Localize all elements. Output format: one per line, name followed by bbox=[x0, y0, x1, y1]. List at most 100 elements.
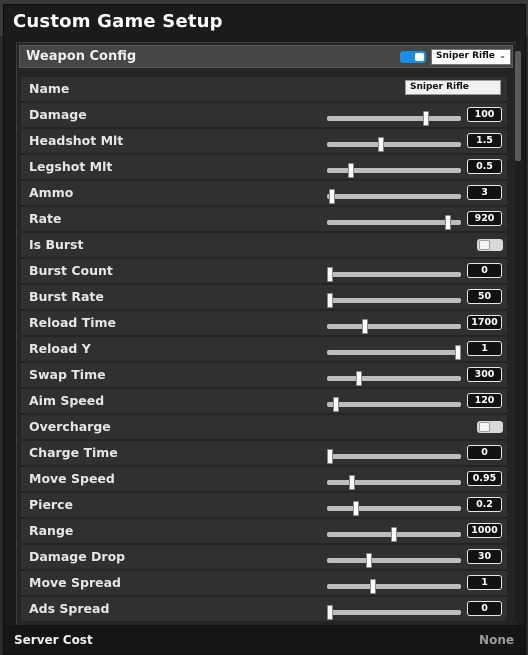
weapon-config-label: Weapon Config bbox=[26, 49, 137, 64]
move-spread-slider[interactable] bbox=[327, 579, 461, 594]
setting-label: Damage bbox=[29, 107, 87, 122]
setting-label: Charge Time bbox=[29, 445, 118, 460]
charge-time-slider[interactable] bbox=[326, 449, 461, 464]
legshot-mlt-slider[interactable] bbox=[327, 163, 461, 178]
setting-row-rate: Rate 920 bbox=[21, 207, 507, 231]
setting-row-is-burst: Is Burst bbox=[21, 233, 507, 257]
headshot-mlt-value-input[interactable]: 1.5 bbox=[467, 133, 502, 148]
weapon-config-header[interactable]: Weapon Config Sniper Rifle ⌄ bbox=[19, 45, 513, 68]
slider-thumb[interactable] bbox=[369, 579, 376, 594]
server-cost-label: Server Cost bbox=[14, 633, 93, 647]
slider-thumb[interactable] bbox=[455, 345, 462, 360]
weapon-name-input[interactable]: Sniper Rifle bbox=[405, 80, 501, 95]
slider-thumb[interactable] bbox=[326, 267, 333, 282]
ammo-slider[interactable] bbox=[327, 189, 461, 204]
pierce-slider[interactable] bbox=[327, 501, 461, 516]
slider-thumb[interactable] bbox=[423, 111, 430, 126]
slider-thumb[interactable] bbox=[365, 553, 372, 568]
swap-time-value-input[interactable]: 300 bbox=[467, 367, 502, 382]
setting-row-charge-time: Charge Time 0 bbox=[21, 441, 507, 465]
setting-label: Is Burst bbox=[29, 237, 84, 252]
setting-label: Reload Time bbox=[29, 315, 117, 330]
reload-time-value-input[interactable]: 1700 bbox=[467, 315, 502, 330]
setting-label: Burst Count bbox=[29, 263, 113, 278]
scrollbar-thumb[interactable] bbox=[515, 51, 521, 161]
damage-slider[interactable] bbox=[327, 111, 461, 126]
setting-row-legshot-mlt: Legshot Mlt 0.5 bbox=[21, 155, 507, 179]
move-speed-value-input[interactable]: 0.95 bbox=[467, 471, 502, 486]
setting-row-damage: Damage 100 bbox=[21, 103, 507, 127]
toggle-knob bbox=[415, 53, 424, 61]
setting-row-ammo: Ammo 3 bbox=[21, 181, 507, 205]
slider-thumb[interactable] bbox=[356, 371, 363, 386]
range-value-input[interactable]: 1000 bbox=[467, 523, 502, 538]
slider-thumb[interactable] bbox=[333, 397, 340, 412]
setting-label: Aim Speed bbox=[29, 393, 105, 408]
setting-row-name: Name Sniper Rifle bbox=[21, 77, 507, 101]
range-slider[interactable] bbox=[327, 527, 461, 542]
setting-label: Damage Drop bbox=[29, 549, 126, 564]
slider-thumb[interactable] bbox=[391, 527, 397, 542]
charge-time-value-input[interactable]: 0 bbox=[467, 445, 502, 460]
burst-count-value-input[interactable]: 0 bbox=[467, 263, 502, 278]
setting-label: Name bbox=[29, 81, 70, 96]
ads-spread-slider[interactable] bbox=[326, 605, 461, 620]
setting-row-move-speed: Move Speed 0.95 bbox=[21, 467, 507, 491]
setting-row-damage-drop: Damage Drop 30 bbox=[21, 545, 507, 569]
footer-bar: Server Cost None bbox=[4, 625, 525, 654]
burst-rate-value-input[interactable]: 50 bbox=[467, 289, 502, 304]
slider-thumb[interactable] bbox=[361, 319, 368, 334]
ammo-value-input[interactable]: 3 bbox=[467, 185, 502, 200]
setting-label: Overcharge bbox=[29, 419, 111, 434]
legshot-mlt-value-input[interactable]: 0.5 bbox=[467, 159, 502, 174]
move-speed-slider[interactable] bbox=[327, 475, 461, 490]
slider-thumb[interactable] bbox=[326, 449, 333, 464]
toggle-knob bbox=[479, 422, 490, 432]
reload-y-slider[interactable] bbox=[327, 345, 462, 360]
slider-thumb[interactable] bbox=[329, 189, 336, 204]
burst-rate-slider[interactable] bbox=[326, 293, 461, 308]
setting-label: Headshot Mlt bbox=[29, 133, 124, 148]
move-spread-value-input[interactable]: 1 bbox=[467, 575, 502, 590]
pierce-value-input[interactable]: 0.2 bbox=[467, 497, 502, 512]
setting-row-headshot-mlt: Headshot Mlt 1.5 bbox=[21, 129, 507, 153]
custom-game-setup-window: Custom Game Setup Weapon Config Sniper R… bbox=[3, 4, 526, 655]
rate-slider[interactable] bbox=[327, 215, 461, 230]
setting-label: Legshot Mlt bbox=[29, 159, 113, 174]
panel-scrollbar[interactable] bbox=[515, 45, 521, 623]
rate-value-input[interactable]: 920 bbox=[467, 211, 502, 226]
overcharge-toggle[interactable] bbox=[477, 421, 503, 433]
setting-row-range: Range 1000 bbox=[21, 519, 507, 543]
reload-y-value-input[interactable]: 1 bbox=[467, 341, 502, 356]
slider-thumb[interactable] bbox=[349, 475, 356, 490]
window-title: Custom Game Setup bbox=[13, 11, 223, 32]
setting-label: Ammo bbox=[29, 185, 74, 200]
slider-thumb[interactable] bbox=[353, 501, 360, 516]
weapon-settings-list: Name Sniper Rifle Damage 100 Headshot Mlt 1… bbox=[21, 74, 507, 624]
burst-count-slider[interactable] bbox=[326, 267, 461, 282]
ads-spread-value-input[interactable]: 0 bbox=[467, 601, 502, 616]
slider-thumb[interactable] bbox=[326, 293, 333, 308]
setting-row-burst-count: Burst Count 0 bbox=[21, 259, 507, 283]
setting-row-burst-rate: Burst Rate 50 bbox=[21, 285, 507, 309]
aim-speed-slider[interactable] bbox=[327, 397, 461, 412]
weapon-select-dropdown[interactable]: Sniper Rifle ⌄ bbox=[431, 49, 511, 65]
setting-label: Swap Time bbox=[29, 367, 106, 382]
slider-thumb[interactable] bbox=[326, 605, 333, 620]
swap-time-slider[interactable] bbox=[327, 371, 461, 386]
weapon-config-enable-toggle[interactable] bbox=[400, 51, 426, 63]
setting-row-aim-speed: Aim Speed 120 bbox=[21, 389, 507, 413]
slider-thumb[interactable] bbox=[377, 137, 384, 152]
damage-value-input[interactable]: 100 bbox=[467, 107, 502, 122]
aim-speed-value-input[interactable]: 120 bbox=[467, 393, 502, 408]
is-burst-toggle[interactable] bbox=[477, 239, 503, 251]
setting-label: Burst Rate bbox=[29, 289, 104, 304]
headshot-mlt-slider[interactable] bbox=[327, 137, 461, 152]
slider-thumb[interactable] bbox=[348, 163, 355, 178]
reload-time-slider[interactable] bbox=[327, 319, 461, 334]
slider-thumb[interactable] bbox=[444, 215, 451, 230]
damage-drop-value-input[interactable]: 30 bbox=[467, 549, 502, 564]
damage-drop-slider[interactable] bbox=[327, 553, 461, 568]
setting-label: Reload Y bbox=[29, 341, 91, 356]
setting-row-ads-spread: Ads Spread 0 bbox=[21, 597, 507, 621]
